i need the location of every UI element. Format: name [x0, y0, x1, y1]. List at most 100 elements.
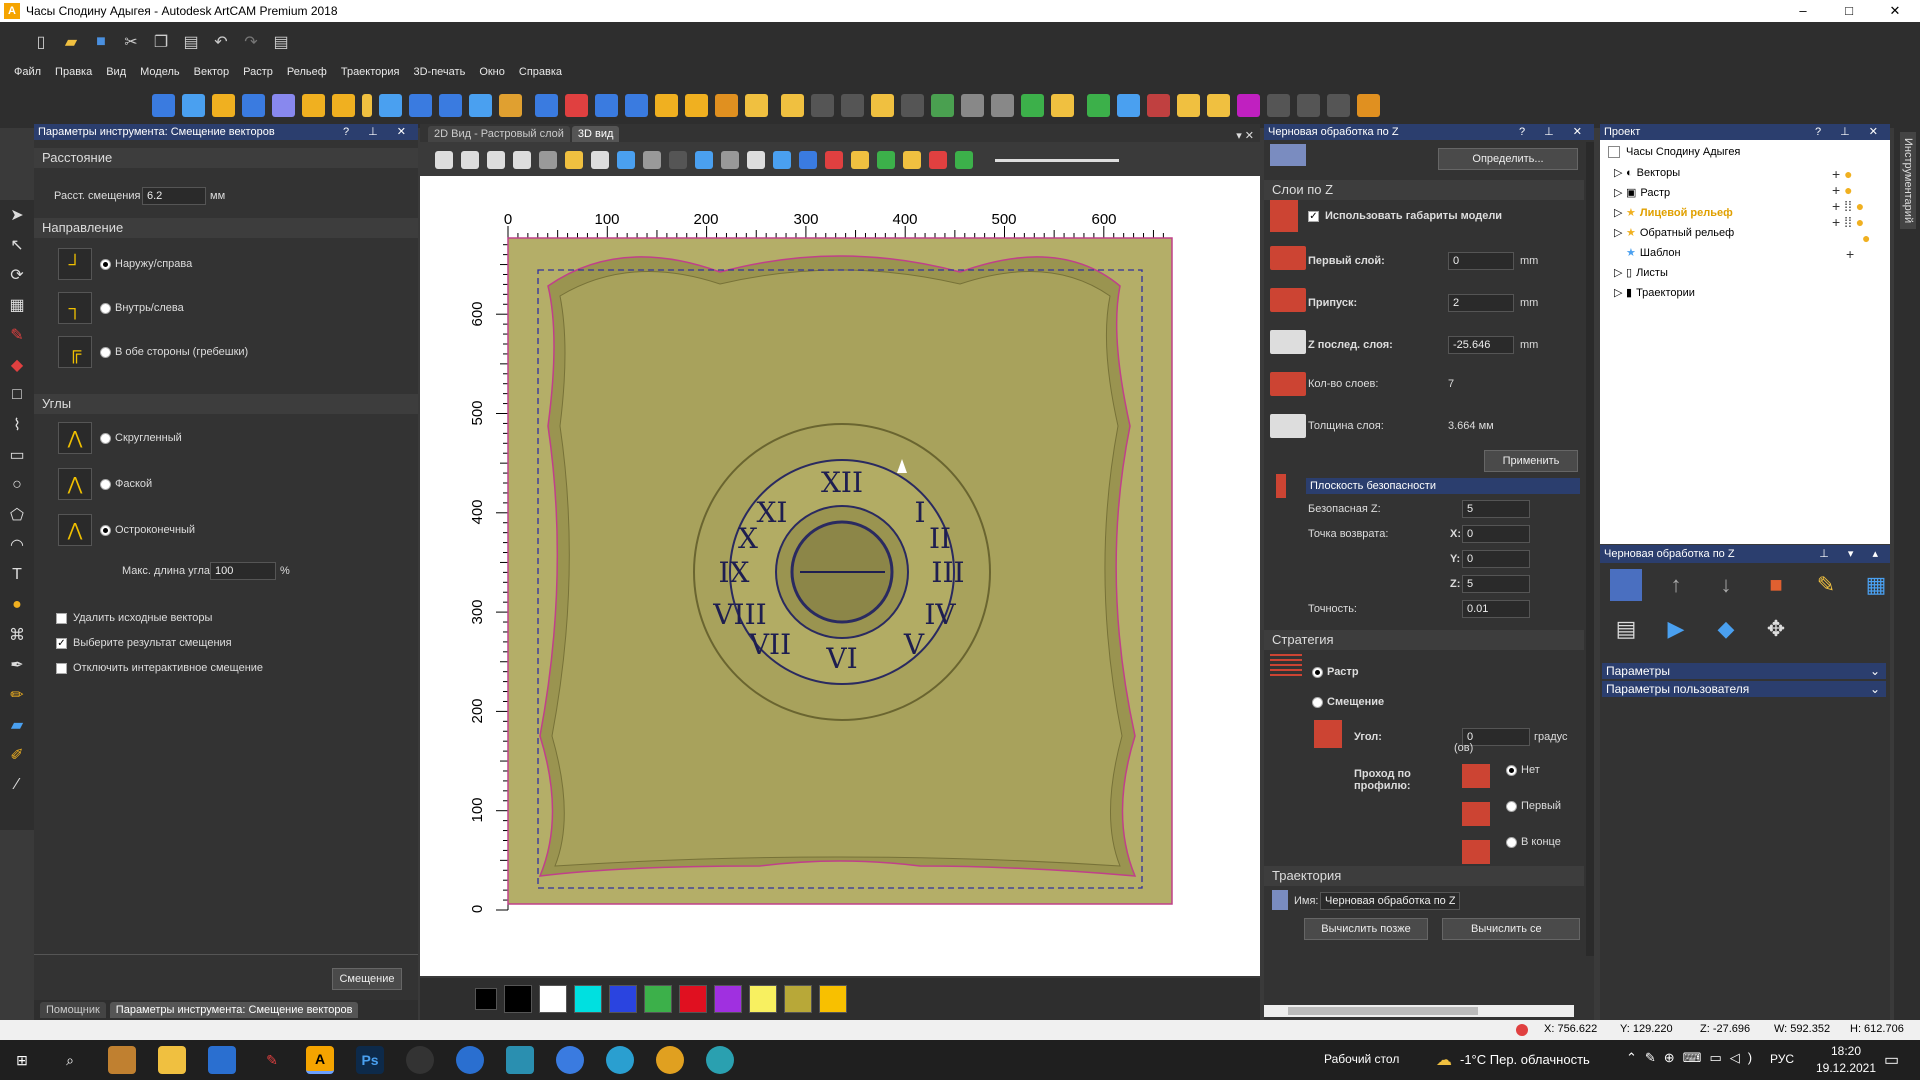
vector-tool-icon[interactable] — [1357, 93, 1380, 117]
swatch-purple[interactable] — [714, 985, 742, 1013]
radio-both-sides[interactable] — [100, 346, 111, 358]
view-option-icon[interactable] — [617, 151, 635, 169]
expand-arrow-icon[interactable]: ▷ — [1614, 266, 1626, 279]
file-explorer-icon[interactable] — [158, 1046, 186, 1074]
arc-icon[interactable]: ◠ — [0, 530, 34, 560]
swatch-cyan[interactable] — [574, 985, 602, 1013]
close-button[interactable]: ✕ — [1872, 0, 1918, 22]
fill-drop-icon[interactable]: ● — [0, 590, 34, 620]
relief-tool-icon[interactable] — [439, 93, 462, 117]
menu-bitmap[interactable]: Растр — [243, 66, 273, 78]
relief-tool-icon[interactable] — [499, 93, 522, 117]
app-icon[interactable] — [456, 1046, 484, 1074]
vector-tool-icon[interactable] — [1147, 93, 1170, 117]
sheet-icon[interactable]: ▤ — [1610, 613, 1642, 645]
view-option-icon[interactable] — [851, 151, 869, 169]
new-file-icon[interactable]: ▯ — [30, 31, 52, 53]
text-icon[interactable]: T — [0, 560, 34, 590]
radio-offset[interactable] — [1312, 696, 1323, 708]
move-up-icon[interactable]: ↑ — [1660, 569, 1692, 601]
clock-time[interactable]: 18:20 — [1816, 1044, 1876, 1058]
tree-item-template[interactable]: ★ Шаблон — [1626, 246, 1681, 260]
disable-interactive-checkbox[interactable] — [56, 662, 67, 674]
add-icon[interactable]: + ● — [1832, 166, 1870, 182]
zoom-slider[interactable] — [995, 158, 1119, 162]
calculator-icon[interactable]: ▦ — [1860, 569, 1892, 601]
add-icon[interactable]: + — [1832, 246, 1870, 262]
chrome-icon[interactable] — [656, 1046, 684, 1074]
delete-icon[interactable]: ■ — [1760, 569, 1792, 601]
close-view-icon[interactable]: ▾ ✕ — [1236, 129, 1254, 142]
view-option-icon[interactable] — [669, 151, 687, 169]
vector-tool-icon[interactable] — [871, 93, 894, 117]
view-option-icon[interactable] — [643, 151, 661, 169]
vector-tool-icon[interactable] — [1021, 93, 1044, 117]
radio-pass-none[interactable] — [1506, 764, 1517, 776]
vector-tool-icon[interactable] — [811, 93, 834, 117]
relief-tool-icon[interactable] — [332, 93, 355, 117]
radio-outward[interactable] — [100, 258, 111, 270]
swatch-red[interactable] — [679, 985, 707, 1013]
relief-tool-icon[interactable] — [535, 93, 558, 117]
tree-item-sheets[interactable]: ▷ ▯ Листы — [1614, 266, 1668, 280]
panel-controls[interactable]: ⊥ ▾ ▴ — [1819, 545, 1886, 563]
photoshop-icon[interactable]: Ps — [356, 1046, 384, 1074]
vector-tool-icon[interactable] — [931, 93, 954, 117]
select-result-checkbox[interactable]: ✓ — [56, 637, 67, 649]
relief-tool-icon[interactable] — [182, 93, 205, 117]
max-angle-input[interactable] — [210, 562, 276, 580]
panel-controls[interactable]: ? ⊥ ✕ — [1519, 124, 1590, 140]
view-option-icon[interactable] — [877, 151, 895, 169]
view-option-icon[interactable] — [825, 151, 843, 169]
relief-tool-icon[interactable] — [625, 93, 648, 117]
view-cube-icon[interactable] — [487, 151, 505, 169]
app-icon[interactable] — [108, 1046, 136, 1074]
radio-pass-last[interactable] — [1506, 836, 1517, 848]
calculate-later-button[interactable]: Вычислить позже — [1304, 918, 1428, 940]
2d-view-canvas[interactable]: 0 100 200 300 400 500 600 600 500 400 30… — [420, 176, 1260, 976]
vector-tool-icon[interactable] — [1117, 93, 1140, 117]
z-last-input[interactable] — [1448, 336, 1514, 354]
swatch-olive[interactable] — [784, 985, 812, 1013]
radio-inward[interactable] — [100, 302, 111, 314]
eraser-icon[interactable]: ◆ — [0, 350, 34, 380]
vector-tool-icon[interactable] — [961, 93, 984, 117]
notifications-icon[interactable]: ▭ — [1884, 1050, 1899, 1070]
user-params-collapsible[interactable]: Параметры пользователя ⌄ — [1602, 681, 1886, 697]
vector-tool-icon[interactable] — [841, 93, 864, 117]
move-toolpath-icon[interactable]: ✥ — [1760, 613, 1792, 645]
add-icon[interactable]: + ⁞⁞ ● — [1832, 198, 1870, 214]
use-model-checkbox[interactable]: ✓ — [1308, 210, 1319, 222]
light-bulb-icon[interactable]: ● — [1832, 230, 1870, 246]
menu-relief[interactable]: Рельеф — [287, 66, 327, 78]
view-cube-icon[interactable] — [435, 151, 453, 169]
view-option-icon[interactable] — [903, 151, 921, 169]
view-option-icon[interactable] — [721, 151, 739, 169]
relief-tool-icon[interactable] — [242, 93, 265, 117]
horizontal-scrollbar[interactable] — [1264, 1005, 1574, 1017]
zpanel-scrollbar[interactable] — [1586, 142, 1594, 956]
vector-tool-icon[interactable] — [1177, 93, 1200, 117]
paint-icon[interactable]: ✐ — [0, 740, 34, 770]
edit-pencil-icon[interactable]: ✎ — [1810, 569, 1842, 601]
tab-3d-view[interactable]: 3D вид — [571, 126, 620, 142]
menu-view[interactable]: Вид — [106, 66, 126, 78]
view-cube-icon[interactable] — [513, 151, 531, 169]
vector-tool-icon[interactable] — [1327, 93, 1350, 117]
radio-chamfer-corner[interactable] — [100, 478, 111, 490]
tree-root[interactable]: Часы Сподину Адыгея — [1608, 146, 1740, 158]
scrollbar-thumb[interactable] — [1288, 1007, 1478, 1015]
define-button[interactable]: Определить... — [1438, 148, 1578, 170]
menu-help[interactable]: Справка — [519, 66, 562, 78]
add-icon[interactable]: + ⁞⁞ ● — [1832, 214, 1870, 230]
toolbox-side-tab[interactable]: Инструментарий — [1900, 132, 1916, 230]
tree-item-toolpaths[interactable]: ▷ ▮ Траектории — [1614, 286, 1695, 300]
tree-item-back-relief[interactable]: ▷ ★ Обратный рельеф — [1614, 226, 1734, 240]
pdf-icon[interactable]: ✎ — [258, 1046, 286, 1074]
relief-tool-icon[interactable] — [302, 93, 325, 117]
language-indicator[interactable]: РУС — [1770, 1052, 1794, 1066]
relief-tool-icon[interactable] — [655, 93, 678, 117]
edge-icon[interactable] — [706, 1046, 734, 1074]
return-z-input[interactable] — [1462, 575, 1530, 593]
vector-tool-icon[interactable] — [1051, 93, 1074, 117]
